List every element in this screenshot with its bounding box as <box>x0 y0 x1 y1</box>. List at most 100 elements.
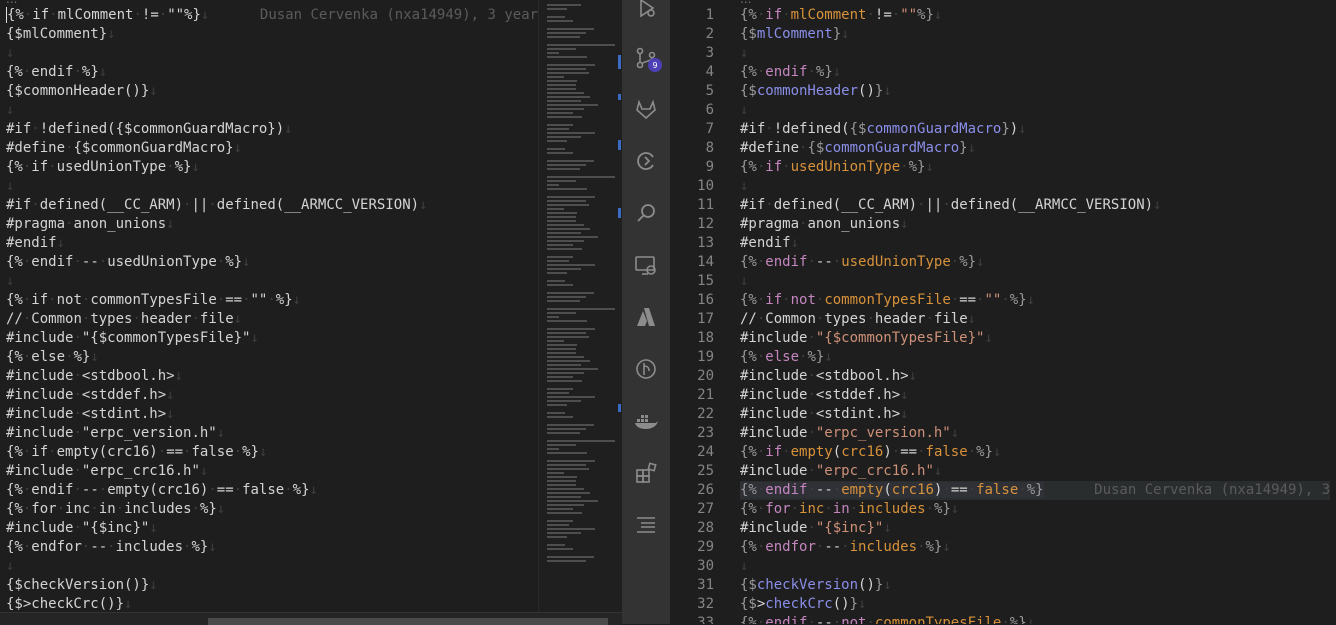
extensions-icon[interactable] <box>622 449 670 497</box>
code-line[interactable]: {%·for·inc·in·includes·%}↓ <box>740 500 959 519</box>
remote-explorer-icon[interactable] <box>622 241 670 289</box>
code-line[interactable]: {%·if·empty(crc16)·==·false·%}↓ <box>740 443 1001 462</box>
code-line[interactable]: #include·<stdbool.h>↓ <box>6 367 183 386</box>
line-number: 33 <box>697 615 714 624</box>
outline-icon[interactable] <box>622 501 670 549</box>
code-line[interactable]: #include·"erpc_crc16.h"↓ <box>740 462 942 481</box>
minimap-line <box>547 188 588 190</box>
code-line[interactable]: //·Common·types·header·file↓ <box>740 310 976 329</box>
code-line[interactable]: ↓ <box>740 101 748 120</box>
code-line[interactable]: #pragma·anon_unions↓ <box>6 215 175 234</box>
search-icon[interactable] <box>622 189 670 237</box>
code-line[interactable]: #endif↓ <box>740 234 799 253</box>
code-line[interactable]: #include·"erpc_version.h"↓ <box>740 424 959 443</box>
code-line[interactable]: {%·endif·%}↓ <box>740 63 841 82</box>
code-line[interactable]: {%·else·%}↓ <box>740 348 833 367</box>
code-line[interactable]: #include·<stddef.h>↓ <box>740 386 909 405</box>
code-line[interactable]: {$commonHeader()}↓ <box>6 82 158 101</box>
gitlab-icon[interactable] <box>622 85 670 133</box>
code-line[interactable]: {%·endif·--·usedUnionType·%}↓ <box>6 253 251 272</box>
code-line[interactable]: ↓ <box>6 177 14 196</box>
code-line[interactable]: {$mlComment}↓ <box>6 25 116 44</box>
minimap-line <box>547 152 574 154</box>
timeline-icon[interactable] <box>622 137 670 185</box>
minimap-line <box>547 32 587 34</box>
code-line[interactable]: {%·if·mlComment·!=·""%}↓ Dusan Cervenka … <box>6 6 538 25</box>
code-line[interactable]: #if·!defined({$commonGuardMacro})↓ <box>6 120 293 139</box>
code-line[interactable]: {%·if·not·commonTypesFile·==·""·%}↓ <box>740 291 1035 310</box>
code-line[interactable]: #include·"{$commonTypesFile}"↓ <box>740 329 993 348</box>
minimap-line <box>547 500 598 502</box>
code-line[interactable]: {%·endfor·--·includes·%}↓ <box>740 538 951 557</box>
code-line[interactable]: #include·"erpc_crc16.h"↓ <box>6 462 208 481</box>
code-line[interactable]: ↓ <box>6 44 14 63</box>
activity-bar: 9 <box>622 0 670 624</box>
code-line[interactable]: {%·endif·--·usedUnionType·%}↓ <box>740 253 985 272</box>
code-line[interactable]: #include·"erpc_version.h"↓ <box>6 424 225 443</box>
code-line[interactable]: #include·<stddef.h>↓ <box>6 386 175 405</box>
code-line[interactable]: //·Common·types·header·file↓ <box>6 310 242 329</box>
code-line[interactable]: ↓ <box>6 272 14 291</box>
code-line[interactable]: #include·"{$commonTypesFile}"↓ <box>6 329 259 348</box>
minimap-line <box>547 4 581 6</box>
minimap-line <box>547 396 596 398</box>
horizontal-scrollbar[interactable] <box>0 612 622 625</box>
right-editor[interactable]: ... 1{%·if·mlComment·!=·""%}↓2{$mlCommen… <box>670 0 1336 624</box>
code-line[interactable]: #if·!defined({$commonGuardMacro})↓ <box>740 120 1027 139</box>
minimap-line <box>547 100 581 102</box>
code-line[interactable]: {%·else·%}↓ <box>6 348 99 367</box>
code-line[interactable]: ↓ <box>740 177 748 196</box>
docker-icon[interactable] <box>622 397 670 445</box>
code-line[interactable]: ↓ <box>6 101 14 120</box>
gutter-change-marker <box>618 140 621 150</box>
code-line[interactable]: {%·endif·--·empty(crc16)·==·false·%} Dus… <box>740 481 1331 500</box>
code-line[interactable]: {%·if·mlComment·!=·""%}↓ <box>740 6 942 25</box>
code-line[interactable]: {%·endif·%}↓ <box>6 63 107 82</box>
code-line[interactable]: #include·<stdint.h>↓ <box>740 405 909 424</box>
code-line[interactable]: #define·{$commonGuardMacro}↓ <box>740 139 976 158</box>
code-line[interactable]: {%·if·empty(crc16)·==·false·%}↓ <box>6 443 267 462</box>
minimap-line <box>547 504 584 506</box>
code-line[interactable]: {$mlComment}↓ <box>740 25 850 44</box>
code-line[interactable]: {%·endif·--·empty(crc16)·==·false·%}↓ <box>6 481 318 500</box>
code-line[interactable]: #pragma·anon_unions↓ <box>740 215 909 234</box>
minimap-line <box>547 332 587 334</box>
code-line[interactable]: ↓ <box>740 272 748 291</box>
code-line[interactable]: {%·endif·--·not·commonTypesFile·%}↓ <box>740 614 1035 624</box>
code-line[interactable]: #if·defined(__CC_ARM)·||·defined(__ARMCC… <box>740 196 1162 215</box>
code-line[interactable]: #define·{$commonGuardMacro}↓ <box>6 139 242 158</box>
minimap-line <box>547 412 566 414</box>
code-line[interactable]: #include·<stdbool.h>↓ <box>740 367 917 386</box>
line-number: 30 <box>697 558 714 574</box>
minimap-line <box>547 452 588 454</box>
code-line[interactable]: {$checkVersion()}↓ <box>740 576 892 595</box>
code-line[interactable]: #if·defined(__CC_ARM)·||·defined(__ARMCC… <box>6 196 428 215</box>
code-line[interactable]: ↓ <box>740 44 748 63</box>
code-line[interactable]: {$checkVersion()}↓ <box>6 576 158 595</box>
code-line[interactable]: {%·if·usedUnionType·%}↓ <box>6 158 200 177</box>
git-graph-icon[interactable] <box>622 345 670 393</box>
source-control-icon[interactable]: 9 <box>622 34 670 82</box>
line-number: 25 <box>697 463 714 479</box>
code-line[interactable]: ↓ <box>6 557 14 576</box>
minimap-line <box>547 48 576 50</box>
code-line[interactable]: {$>checkCrc()}↓ <box>6 595 132 612</box>
code-line[interactable]: {%·endfor·--·includes·%}↓ <box>6 538 217 557</box>
code-line[interactable]: {%·for·inc·in·includes·%}↓ <box>6 500 225 519</box>
minimap-line <box>547 528 596 530</box>
code-line[interactable]: {%·if·not·commonTypesFile·==·""·%}↓ <box>6 291 301 310</box>
code-line[interactable]: {$>checkCrc()}↓ <box>740 595 866 614</box>
run-debug-icon[interactable] <box>622 0 670 32</box>
code-line[interactable]: {$commonHeader()}↓ <box>740 82 892 101</box>
code-line[interactable]: ↓ <box>740 557 748 576</box>
azure-icon[interactable] <box>622 293 670 341</box>
code-line[interactable]: #include·<stdint.h>↓ <box>6 405 175 424</box>
code-line[interactable]: #endif↓ <box>6 234 65 253</box>
code-line[interactable]: #include·"{$inc}"↓ <box>6 519 158 538</box>
left-editor[interactable]: ... {%·if·mlComment·!=·""%}↓ Dusan Cerve… <box>0 0 538 612</box>
minimap-line <box>547 488 584 490</box>
minimap-line <box>547 184 559 186</box>
minimap[interactable] <box>538 0 623 612</box>
code-line[interactable]: #include·"{$inc}"↓ <box>740 519 892 538</box>
code-line[interactable]: {%·if·usedUnionType·%}↓ <box>740 158 934 177</box>
